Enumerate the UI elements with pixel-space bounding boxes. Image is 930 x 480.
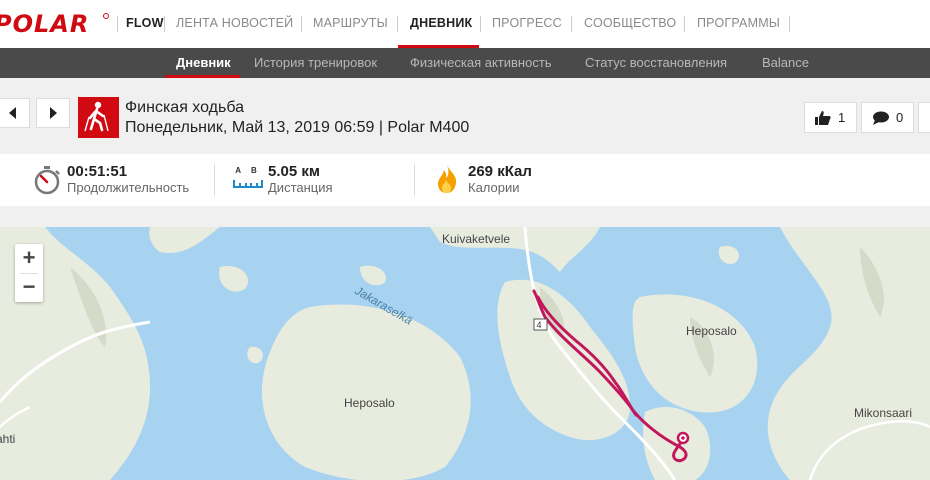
spacer-bar (0, 206, 930, 227)
map-label-heposalo-left: Heposalo (344, 396, 395, 410)
terrain-shading (70, 247, 884, 377)
nav-separator (164, 16, 165, 32)
calories-label: Калории (468, 180, 520, 195)
land-island-heposalo-right (632, 294, 758, 413)
arrow-left-icon (9, 107, 16, 119)
tab-physical-activity[interactable]: Физическая активность (410, 48, 552, 78)
likes-count: 1 (838, 110, 846, 125)
calories-value: 269 кКал (468, 163, 532, 180)
more-button[interactable] (918, 102, 930, 133)
land-island-center (497, 279, 630, 441)
tab-recovery-status[interactable]: Статус восстановления (585, 48, 727, 78)
nav-separator (397, 16, 398, 32)
map-canvas: 4 Kuivaketvele Jakaraselkä Heposalo Hepo… (0, 227, 930, 480)
nav-item-progress[interactable]: ПРОГРЕСС (492, 0, 562, 48)
sub-navigation: Дневник История тренировок Физическая ак… (0, 48, 930, 78)
next-session-button[interactable] (36, 98, 70, 128)
arrow-right-icon (50, 107, 57, 119)
map-label-heposalo-right: Heposalo (686, 324, 737, 338)
nav-item-programs[interactable]: ПРОГРАММЫ (697, 0, 780, 48)
comment-button[interactable]: 0 (861, 102, 914, 133)
duration-value: 00:51:51 (67, 163, 128, 180)
polar-logo[interactable]: POLAR (0, 10, 89, 38)
nav-item-routes[interactable]: МАРШРУТЫ (313, 0, 388, 48)
nav-separator (301, 16, 302, 32)
comments-count: 0 (896, 110, 904, 125)
nav-separator (117, 16, 118, 32)
tab-balance[interactable]: Balance (762, 48, 809, 78)
zoom-control: + − (15, 244, 43, 302)
flame-icon (438, 165, 457, 193)
stats-separator (414, 164, 415, 196)
zoom-out-button[interactable]: − (15, 273, 43, 302)
stopwatch-icon (34, 166, 60, 195)
road-number-label: 4 (537, 320, 542, 330)
distance-icon: A B (233, 166, 263, 190)
nordic-walking-icon (78, 97, 119, 138)
land-east (767, 227, 930, 480)
nav-separator (684, 16, 685, 32)
nav-item-community[interactable]: СООБЩЕСТВО (584, 0, 676, 48)
tab-diary[interactable]: Дневник (176, 48, 231, 78)
nav-item-diary[interactable]: ДНЕВНИК (410, 0, 472, 48)
distance-value: 5.05 км (268, 163, 320, 180)
thumbs-up-icon (815, 110, 831, 125)
session-title: Финская ходьба (125, 99, 245, 116)
nav-separator (789, 16, 790, 32)
like-button[interactable]: 1 (804, 102, 857, 133)
session-subtitle: Понедельник, Май 13, 2019 06:59 | Polar … (125, 119, 470, 136)
comment-icon (873, 111, 889, 125)
map-label-kuivaketvele: Kuivaketvele (442, 232, 510, 246)
nav-separator (480, 16, 481, 32)
session-header: Финская ходьба Понедельник, Май 13, 2019… (0, 78, 930, 154)
land-north-west (149, 227, 220, 253)
nav-flow[interactable]: FLOW (126, 0, 164, 48)
stats-separator (214, 164, 215, 196)
nav-separator (571, 16, 572, 32)
distance-label: Дистанция (268, 180, 333, 195)
map-label-mikonsaari: Mikonsaari (854, 406, 912, 420)
land-island-south (643, 407, 711, 480)
top-navigation: POLAR FLOW ЛЕНТА НОВОСТЕЙ МАРШРУТЫ ДНЕВН… (0, 0, 930, 48)
tab-training-history[interactable]: История тренировок (254, 48, 377, 78)
previous-session-button[interactable] (0, 98, 30, 128)
nav-item-news-feed[interactable]: ЛЕНТА НОВОСТЕЙ (176, 0, 293, 48)
duration-label: Продолжительность (67, 180, 190, 195)
land-island-left (262, 304, 471, 480)
route-map[interactable]: 4 Kuivaketvele Jakaraselkä Heposalo Hepo… (0, 227, 930, 480)
registered-mark-icon (103, 13, 109, 19)
session-stats: 00:51:51 Продолжительность A B 5.05 км Д… (0, 154, 930, 206)
map-label-ahti: ahti (0, 432, 15, 446)
zoom-in-button[interactable]: + (15, 244, 43, 273)
